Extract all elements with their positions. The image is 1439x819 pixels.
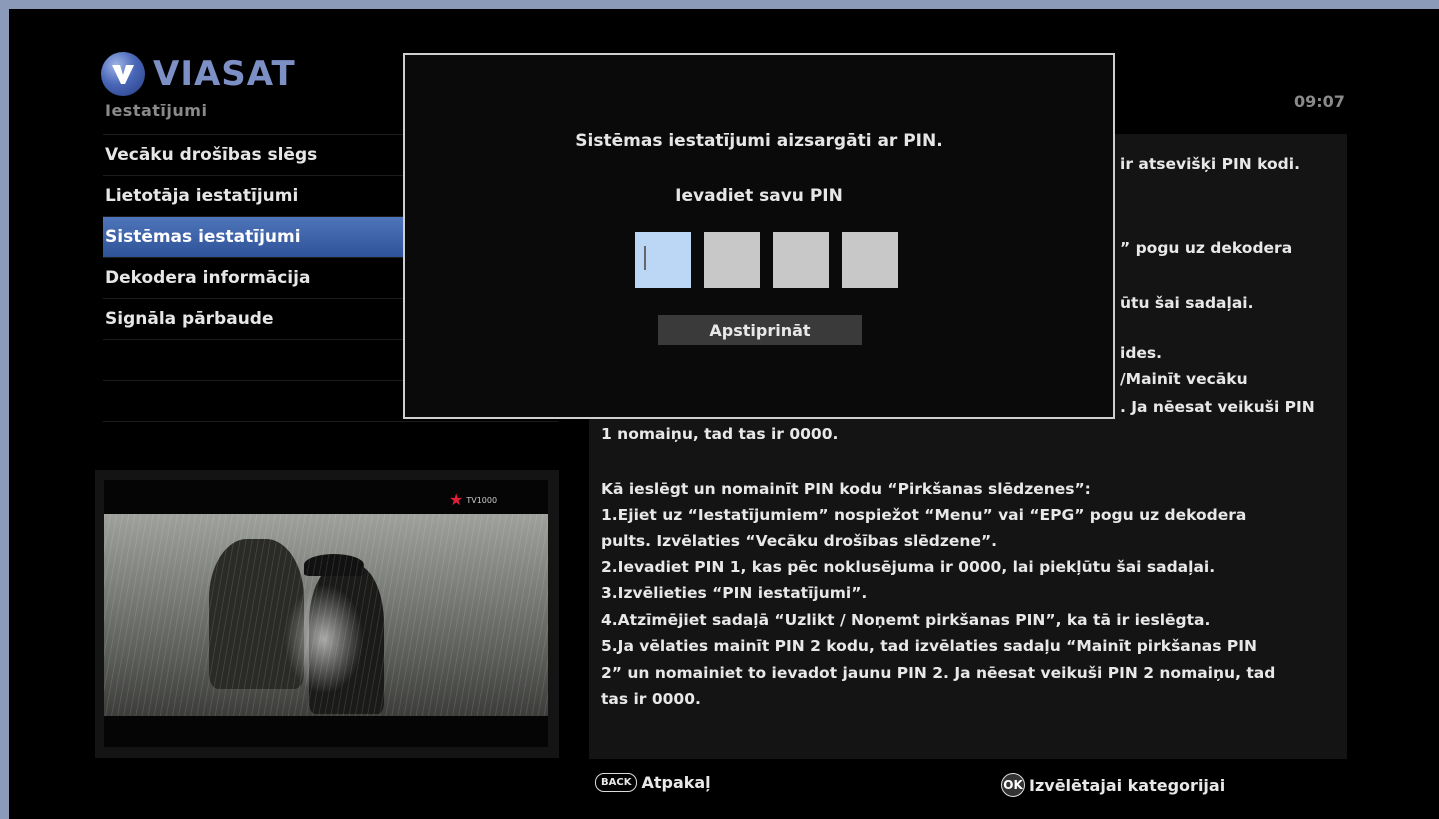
pin-digit-3[interactable] [773, 232, 829, 288]
info-fragment: ” pogu uz dekodera [1120, 239, 1293, 257]
back-label: Atpakaļ [641, 773, 711, 792]
rain-overlay [104, 514, 548, 716]
ok-key-icon: OK [1001, 773, 1025, 797]
pin-digit-4[interactable] [842, 232, 898, 288]
info-line: 4.Atzīmējiet sadaļā “Uzlikt / Noņemt pir… [601, 611, 1211, 629]
back-hint[interactable]: BACK Atpakaļ [595, 773, 711, 792]
text-caret [644, 246, 646, 270]
info-line: tas ir 0000. [601, 690, 701, 708]
video-picture: ★ TV1000 [104, 480, 548, 747]
menu-item-label: Dekodera informācija [105, 268, 311, 288]
logo-text: VIASAT [153, 54, 296, 94]
pin-digit-2[interactable] [704, 232, 760, 288]
dialog-prompt: Ievadiet savu PIN [675, 186, 843, 206]
info-line: 5.Ja vēlaties mainīt PIN 2 kodu, tad izv… [601, 637, 1257, 655]
clock: 09:07 [1294, 92, 1345, 111]
viasat-logo: VIASAT [101, 51, 296, 97]
pin-input-group [635, 232, 898, 288]
dialog-message: Sistēmas iestatījumi aizsargāti ar PIN. [575, 131, 943, 151]
pin-dialog: Sistēmas iestatījumi aizsargāti ar PIN. … [403, 53, 1115, 419]
channel-logo-text: TV1000 [466, 495, 498, 505]
star-icon: ★ [449, 490, 464, 509]
info-fragment: . Ja nēesat veikuši PIN [1120, 398, 1315, 416]
channel-logo: ★ TV1000 [449, 492, 497, 508]
info-line: 3.Izvēlieties “PIN iestatījumi”. [601, 584, 868, 602]
video-scene [104, 514, 548, 716]
info-line: 1 nomaiņu, tad tas ir 0000. [601, 425, 839, 443]
pin-digit-1[interactable] [635, 232, 691, 288]
info-line: pults. Izvēlaties “Vecāku drošības slēdz… [601, 532, 998, 550]
info-fragment: ides. [1120, 344, 1163, 362]
tv-screen: VIASAT Iestatījumi 09:07 Vecāku drošības… [9, 9, 1439, 819]
confirm-button[interactable]: Apstiprināt [658, 315, 862, 345]
ok-hint[interactable]: OK Izvēlētajai kategorijai [1001, 773, 1225, 797]
menu-item-label: Signāla pārbaude [105, 309, 274, 329]
info-line: 2” un nomainiet to ievadot jaunu PIN 2. … [601, 664, 1276, 682]
menu-empty-row [103, 421, 558, 462]
back-key-icon: BACK [595, 773, 638, 792]
ok-label: Izvēlētajai kategorijai [1029, 775, 1226, 795]
info-line: Kā ieslēgt un nomainīt PIN kodu “Pirkšan… [601, 480, 1091, 498]
viasat-logo-icon [101, 52, 145, 96]
info-line: 1.Ejiet uz “Iestatījumiem” nospiežot “Me… [601, 506, 1247, 524]
info-fragment: ir atsevišķi PIN kodi. [1120, 155, 1300, 173]
video-preview: ★ TV1000 [95, 470, 559, 758]
section-title: Iestatījumi [105, 101, 208, 120]
info-fragment: ūtu šai sadaļai. [1120, 294, 1254, 312]
info-fragment: /Mainīt vecāku [1120, 370, 1248, 388]
menu-item-label: Vecāku drošības slēgs [105, 145, 318, 165]
info-line: 2.Ievadiet PIN 1, kas pēc noklusējuma ir… [601, 558, 1216, 576]
menu-item-label: Lietotāja iestatījumi [105, 186, 299, 206]
menu-item-label: Sistēmas iestatījumi [105, 227, 301, 247]
